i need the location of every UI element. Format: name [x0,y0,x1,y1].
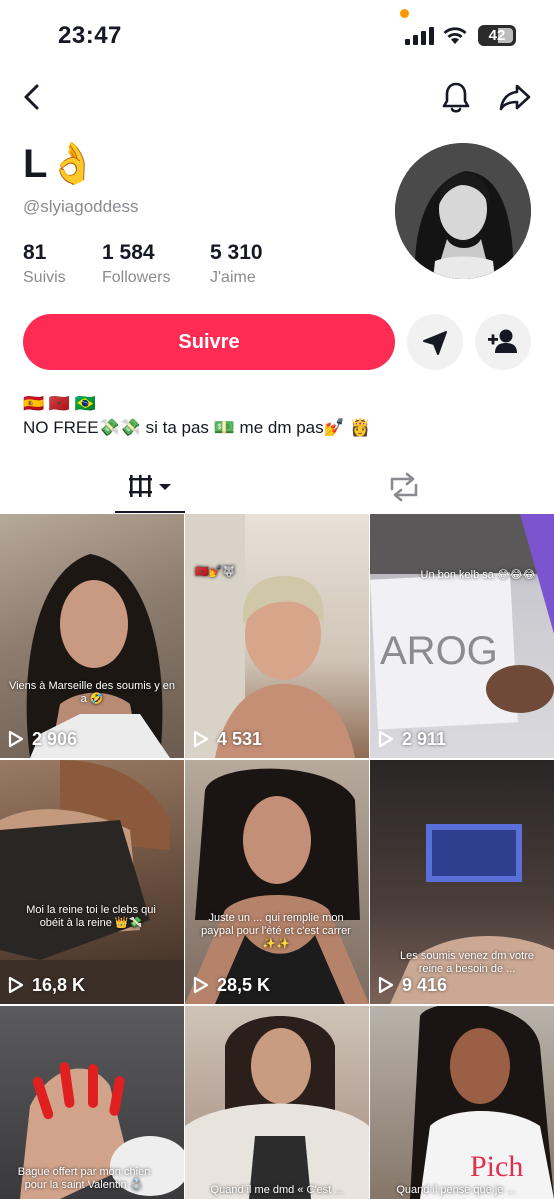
stat-followers-value: 1 584 [102,241,155,264]
video-views-count: 2 906 [32,728,78,749]
bio-text: NO FREE💸💸 si ta pas 💵 me dm pas💅 👸 [23,418,371,437]
video-caption: Viens à Marseille des soumis y en a 🤣 [8,680,176,705]
video-caption: 🇲🇦💅🐺 [195,566,237,578]
top-nav [0,72,554,124]
video-caption: Un bon kelb sa 😂😂😂 [420,569,536,581]
video-views-count: 28,5 K [217,974,271,995]
wifi-icon [443,27,467,44]
svg-text:Pich: Pich [470,1150,523,1183]
video-grid-icon [129,475,171,497]
video-tile[interactable]: Bague offert par mon chien pour la saint… [0,1006,184,1199]
share-icon[interactable] [498,82,532,112]
stat-followers[interactable]: 1 584 Followers [102,241,170,287]
video-tile[interactable]: Les soumis venez dm votre reine a besoin… [370,760,554,1004]
video-tile[interactable]: AROG Un bon kelb sa 😂😂😂 2 911 [370,514,554,758]
video-tile[interactable]: Quand il me dmd « C'est ... [185,1006,369,1199]
stat-likes-value: 5 310 [210,241,263,264]
profile-handle: @slyiagoddess [23,197,139,216]
video-tile[interactable]: Moi la reine toi le clebs qui obéit à la… [0,760,184,1004]
bio-flags: 🇪🇸 🇲🇦 🇧🇷 [23,394,96,413]
video-caption: Quand il me dmd « C'est ... [210,1184,344,1196]
video-views: 16,8 K [8,974,85,996]
video-thumbnail: AROG [370,514,554,730]
video-views: 2 906 [8,728,77,750]
cellular-signal-icon [405,27,434,45]
video-tile[interactable]: 🇲🇦💅🐺 4 531 [185,514,369,758]
video-caption: Les soumis venez dm votre reine a besoin… [400,950,534,975]
status-bar: 23:47 42 [0,0,554,70]
video-tile[interactable]: Pich Quand il pense que je ... [370,1006,554,1199]
follow-button[interactable]: Suivre [23,314,395,370]
tab-reposts[interactable] [372,462,436,512]
profile-name: L👌 [23,140,97,187]
video-thumbnail: Pich [410,1006,554,1199]
video-grid: Viens à Marseille des soumis y en a 🤣 2 … [0,514,554,1199]
video-tile[interactable]: Juste un ... qui remplie mon paypal pour… [185,760,369,1004]
video-caption: Bague offert par mon chien pour la saint… [17,1166,151,1191]
video-thumbnail [185,768,369,1004]
play-icon [8,730,24,748]
battery-level: 42 [488,27,506,44]
stat-following[interactable]: 81 Suivis [23,241,66,287]
video-caption: Juste un ... qui remplie mon paypal pour… [201,912,351,950]
avatar-image [395,143,531,279]
play-icon [193,730,209,748]
play-icon [8,976,24,994]
avatar[interactable] [395,143,531,279]
bell-icon[interactable] [440,80,472,114]
recording-indicator [400,9,409,18]
status-time: 23:47 [58,22,122,49]
play-icon [378,730,394,748]
content-tabs [0,462,554,514]
video-views: 4 531 [193,728,262,750]
svg-text:AROG: AROG [380,629,498,673]
stat-following-label: Suivis [23,269,66,286]
repost-icon [390,472,418,502]
message-button[interactable] [407,314,463,370]
stat-followers-label: Followers [102,269,171,286]
video-views-count: 4 531 [217,728,263,749]
video-thumbnail [0,760,184,1004]
video-views: 9 416 [378,974,447,996]
tab-videos[interactable] [115,462,185,512]
suggested-accounts-button[interactable] [475,314,531,370]
send-message-icon [423,331,447,355]
video-thumbnail [26,554,170,758]
video-thumbnail [185,1016,369,1199]
video-views: 28,5 K [193,974,270,996]
video-caption: Moi la reine toi le clebs qui obéit à la… [26,904,156,929]
video-views: 2 911 [378,728,446,750]
stat-likes[interactable]: 5 310 J'aime [210,241,263,287]
profile-name-text: L [23,142,48,186]
stat-likes-label: J'aime [210,269,256,286]
stat-following-value: 81 [23,241,47,264]
play-icon [193,976,209,994]
video-thumbnail [185,514,355,758]
video-views-count: 2 911 [402,728,447,749]
video-views-count: 9 416 [402,974,448,995]
battery-icon: 42 [478,25,516,46]
active-tab-indicator [115,511,185,513]
back-arrow-icon[interactable] [18,82,48,112]
video-views-count: 16,8 K [32,974,86,995]
video-tile[interactable]: Viens à Marseille des soumis y en a 🤣 2 … [0,514,184,758]
video-caption: Quand il pense que je ... [396,1184,516,1196]
profile-name-emoji: 👌 [47,142,98,186]
play-icon [378,976,394,994]
add-user-icon [488,329,517,353]
